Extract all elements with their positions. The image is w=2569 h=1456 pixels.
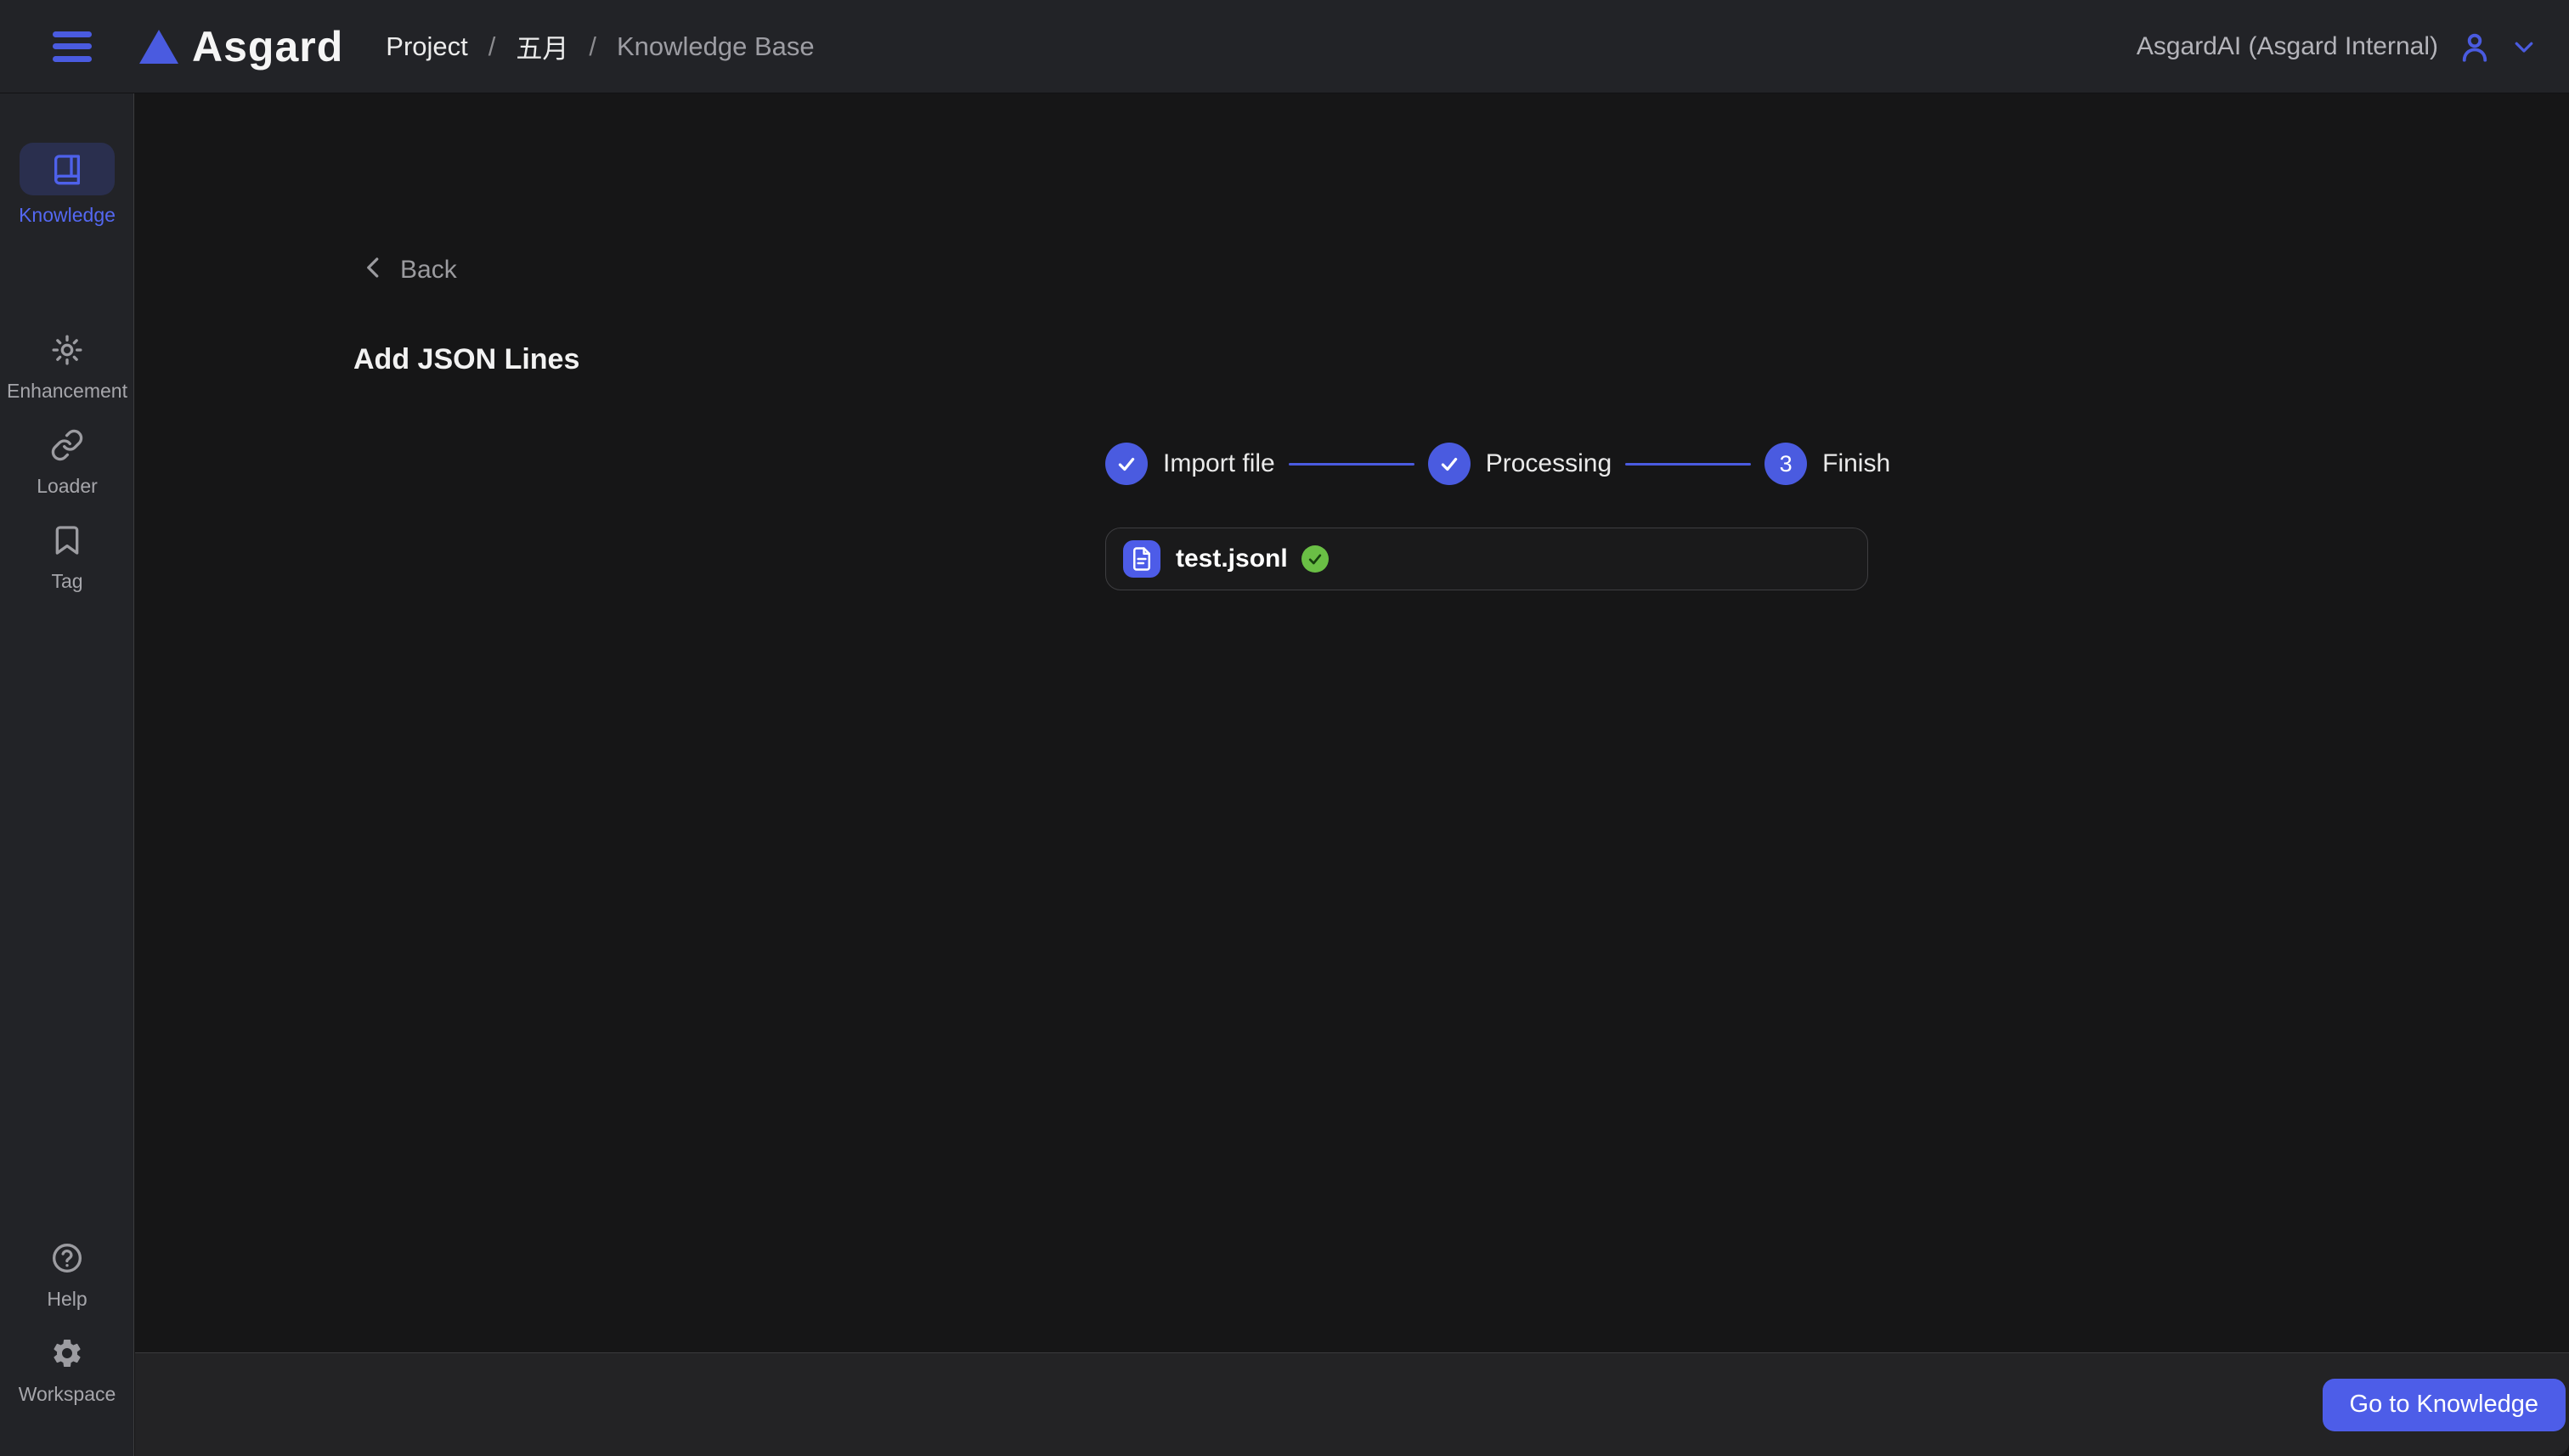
sidebar-item-knowledge[interactable]: Knowledge xyxy=(0,143,134,227)
file-document-icon xyxy=(1123,540,1160,578)
book-icon xyxy=(49,151,85,187)
step-processing: Processing xyxy=(1428,443,1612,485)
sidebar-item-label: Tag xyxy=(51,570,82,593)
step-2-done-indicator xyxy=(1428,443,1471,485)
breadcrumb-separator: / xyxy=(488,31,496,62)
breadcrumb: Project / 五月 / Knowledge Base xyxy=(386,27,814,65)
step-3-label: Finish xyxy=(1822,449,1890,478)
sidebar-item-help[interactable]: Help xyxy=(0,1240,134,1311)
user-icon[interactable] xyxy=(2457,29,2493,65)
asgard-logo-icon xyxy=(139,30,178,64)
success-check-icon xyxy=(1301,545,1329,573)
back-label: Back xyxy=(400,256,457,285)
sidebar-item-label: Loader xyxy=(37,475,98,498)
sidebar-item-enhancement[interactable]: Enhancement xyxy=(0,332,134,403)
step-3-number: 3 xyxy=(1780,451,1793,477)
sidebar-item-label: Help xyxy=(47,1288,87,1311)
link-icon xyxy=(49,427,85,463)
chevron-down-icon[interactable] xyxy=(2511,34,2537,59)
breadcrumb-current: Knowledge Base xyxy=(617,31,815,62)
step-2-label: Processing xyxy=(1486,449,1612,478)
gear-icon xyxy=(49,1335,85,1371)
stepper: Import file Processing 3 Finish xyxy=(1105,443,1890,485)
step-connector xyxy=(1289,463,1414,466)
step-1-done-indicator xyxy=(1105,443,1148,485)
step-import-file: Import file xyxy=(1105,443,1275,485)
sidebar-item-tag[interactable]: Tag xyxy=(0,522,134,593)
check-icon xyxy=(1115,453,1138,475)
sidebar-item-workspace[interactable]: Workspace xyxy=(0,1335,134,1406)
file-name: test.jsonl xyxy=(1176,545,1288,573)
sidebar-item-label: Knowledge xyxy=(19,204,116,227)
step-3-indicator: 3 xyxy=(1764,443,1807,485)
active-item-highlight xyxy=(20,143,115,195)
sidebar-item-label: Enhancement xyxy=(7,380,127,403)
sidebar-item-loader[interactable]: Loader xyxy=(0,427,134,498)
account-area[interactable]: AsgardAI (Asgard Internal) xyxy=(2137,29,2569,65)
breadcrumb-separator: / xyxy=(589,31,596,62)
footer-bar: Go to Knowledge xyxy=(135,1352,2569,1456)
step-1-label: Import file xyxy=(1163,449,1275,478)
uploaded-file-card[interactable]: test.jsonl xyxy=(1105,528,1868,590)
chevron-left-icon xyxy=(361,253,387,286)
sidebar-item-label: Workspace xyxy=(19,1383,116,1406)
bookmark-icon xyxy=(49,522,85,558)
page-title: Add JSON Lines xyxy=(353,343,579,376)
account-name: AsgardAI (Asgard Internal) xyxy=(2137,32,2438,61)
step-connector xyxy=(1625,463,1751,466)
go-to-knowledge-button[interactable]: Go to Knowledge xyxy=(2323,1379,2566,1431)
breadcrumb-project[interactable]: Project xyxy=(386,31,467,62)
top-bar: Asgard Project / 五月 / Knowledge Base Asg… xyxy=(0,0,2569,93)
main-content: Back Add JSON Lines Import file Processi… xyxy=(135,93,2569,1352)
app-logo-text: Asgard xyxy=(192,22,343,71)
menu-icon[interactable] xyxy=(53,31,92,62)
breadcrumb-folder[interactable]: 五月 xyxy=(516,27,568,65)
step-finish: 3 Finish xyxy=(1764,443,1890,485)
sidebar: Knowledge Enhancement Loader xyxy=(0,93,134,1456)
question-circle-icon xyxy=(49,1240,85,1276)
check-icon xyxy=(1438,453,1460,475)
sun-icon xyxy=(49,332,85,368)
back-button[interactable]: Back xyxy=(361,253,457,286)
